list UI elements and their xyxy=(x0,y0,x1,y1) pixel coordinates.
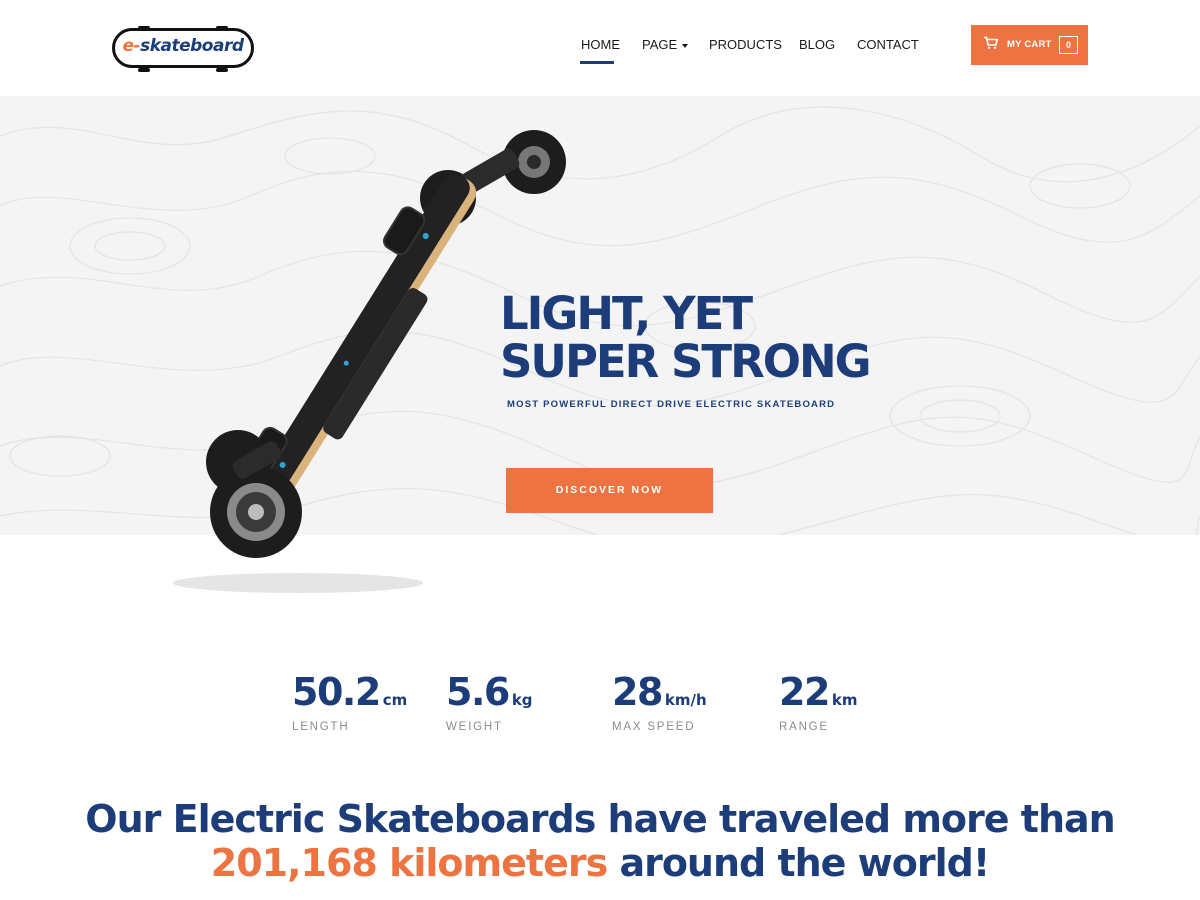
nav-item-home[interactable]: HOME xyxy=(581,37,620,52)
stat-label: RANGE xyxy=(779,721,829,733)
logo-wheel xyxy=(138,68,150,72)
chevron-down-icon xyxy=(682,43,689,48)
distance-headline: Our Electric Skateboards have traveled m… xyxy=(0,797,1200,885)
cart-count-badge: 0 xyxy=(1059,36,1078,54)
headline-line1: Our Electric Skateboards have traveled m… xyxy=(85,797,1115,841)
stat-label: MAX SPEED xyxy=(612,721,696,733)
stat-value: 28 xyxy=(612,670,663,714)
headline-line2: 201,168 kilometers around the world! xyxy=(0,841,1200,885)
stat-label: WEIGHT xyxy=(446,721,503,733)
stat-unit: kg xyxy=(511,691,533,709)
headline-highlight: 201,168 kilometers xyxy=(210,841,608,885)
stat-range: 22 km RANGE xyxy=(779,670,858,733)
cart-label: MY CART xyxy=(1007,39,1052,50)
stat-max-speed: 28 km/h MAX SPEED xyxy=(612,670,707,733)
cart-icon xyxy=(984,36,998,49)
nav-item-blog[interactable]: BLOG xyxy=(799,37,835,52)
headline-line2-rest: around the world! xyxy=(619,841,990,885)
stat-value: 50.2 xyxy=(292,670,381,714)
stat-unit: km xyxy=(831,691,858,709)
logo-wheel xyxy=(216,68,228,72)
stat-unit: cm xyxy=(382,691,408,709)
stat-weight: 5.6 kg WEIGHT xyxy=(446,670,533,733)
stat-length: 50.2 cm LENGTH xyxy=(292,670,408,733)
nav-active-indicator xyxy=(580,61,614,64)
nav-item-products[interactable]: PRODUCTS xyxy=(709,37,782,52)
stat-unit: km/h xyxy=(664,691,707,709)
stat-value: 22 xyxy=(779,670,830,714)
nav-item-contact[interactable]: CONTACT xyxy=(857,37,919,52)
electric-skateboard-image xyxy=(173,130,566,593)
site-header: e-skateboard HOME PAGE PRODUCTS BLOG CON… xyxy=(0,0,1200,96)
stat-label: LENGTH xyxy=(292,721,350,733)
nav-item-page[interactable]: PAGE xyxy=(642,37,689,52)
cart-button[interactable]: MY CART 0 xyxy=(971,25,1088,65)
nav-item-page-label: PAGE xyxy=(642,37,678,52)
stat-value: 5.6 xyxy=(446,670,510,714)
